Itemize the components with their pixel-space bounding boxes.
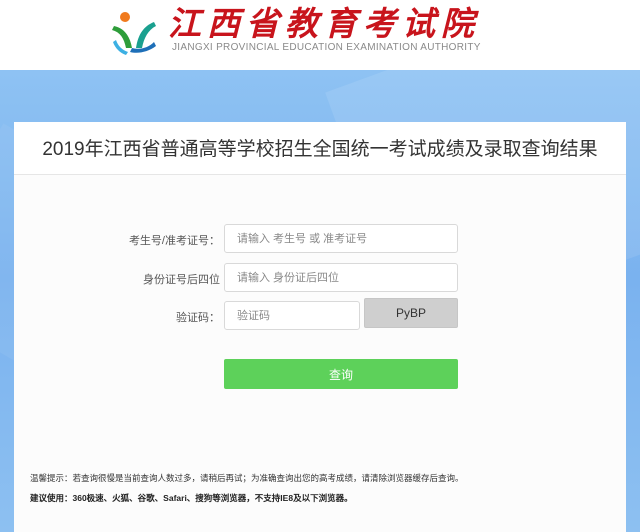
captcha-input[interactable] [224,301,360,330]
card-title-bar: 2019年江西省普通高等学校招生全国统一考试成绩及录取查询结果 [14,122,626,175]
site-header: 江西省教育考试院 JIANGXI PROVINCIAL EDUCATION EX… [0,0,640,70]
query-card: 2019年江西省普通高等学校招生全国统一考试成绩及录取查询结果 考生号/准考证号… [14,122,626,532]
logo-subtitle: JIANGXI PROVINCIAL EDUCATION EXAMINATION… [172,42,481,53]
browser-advice-text: 建议使用：360极速、火狐、谷歌、Safari、搜狗等浏览器，不支持IE8及以下… [30,493,353,503]
notice-text: 温馨提示：若查询很慢是当前查询人数过多，请稍后再试；为准确查询出您的高考成绩，请… [30,473,464,483]
page-title: 2019年江西省普通高等学校招生全国统一考试成绩及录取查询结果 [42,139,598,160]
exam-id-input[interactable] [224,224,458,253]
logo-title: 江西省教育考试院 [168,4,480,43]
id-last4-label: 身份证号后四位 [143,274,220,286]
exam-id-label: 考生号/准考证号： [128,235,220,247]
captcha-label: 验证码： [176,312,220,324]
jx-logo-icon [112,12,156,55]
captcha-image[interactable]: PyBP [364,298,458,328]
id-last4-input[interactable] [224,263,458,292]
query-submit-button[interactable]: 查询 [224,359,458,389]
